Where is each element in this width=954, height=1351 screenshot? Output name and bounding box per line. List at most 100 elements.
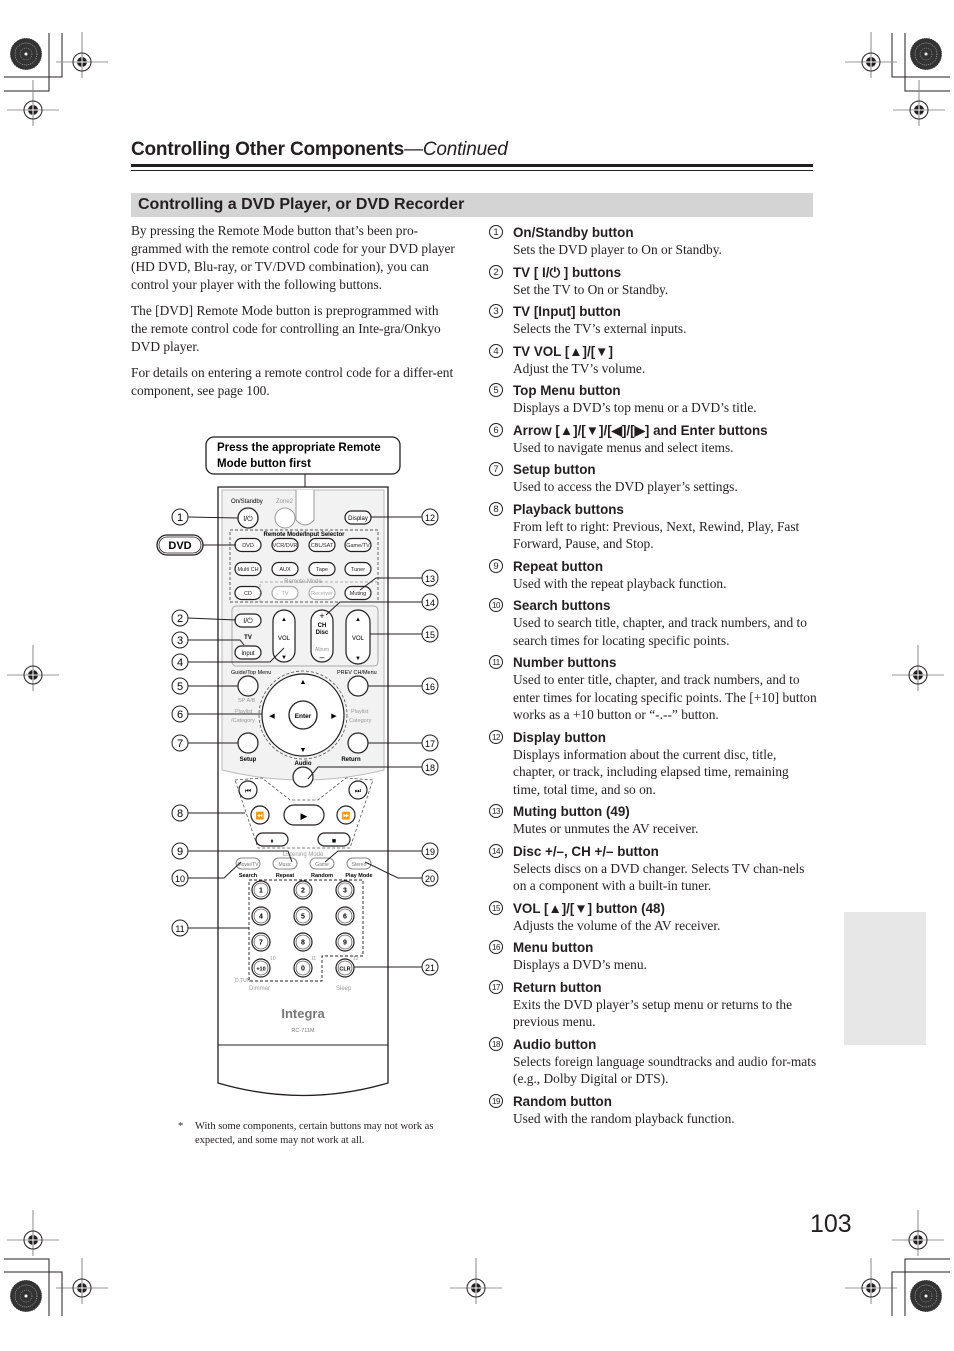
list-item: 10 Search buttons Used to search title, ch… (489, 597, 819, 649)
small-num-11: 11 (311, 956, 316, 962)
list-item: 13 Muting button (49) Mutes or unmutes the… (489, 803, 819, 838)
side-tab (844, 912, 926, 1045)
callout-number: 20 (425, 874, 435, 884)
item-title: TV [Input] button (513, 304, 621, 319)
repeat-label: Repeat (276, 873, 295, 879)
number-button-label: 0 (301, 966, 305, 973)
number-button-label: CLR (339, 967, 350, 973)
input-button-label: Receiver (311, 591, 333, 597)
item-title: Playback buttons (513, 501, 624, 517)
zone2-button[interactable] (274, 507, 296, 529)
item-number: 9 (489, 558, 503, 573)
category-label-right: Category (349, 718, 372, 724)
arrow-down-icon[interactable]: ▼ (300, 747, 307, 754)
input-button-label: Game/TV (346, 543, 370, 549)
list-item: 12 Display button Displays information abo… (489, 729, 819, 799)
list-item: 2 TV [ I/⏻ ] buttons Set the TV to On or S… (489, 264, 819, 299)
item-number: 19 (489, 1093, 503, 1108)
item-number: 10 (489, 598, 503, 612)
callout-number: 7 (177, 738, 183, 750)
callout-line-2: Mode button first (217, 458, 311, 470)
setup-button[interactable] (237, 732, 259, 754)
item-description: Used with the repeat playback function. (513, 575, 727, 591)
list-item: 4 TV VOL [▲]/[▼] Adjust the TV’s volume. (489, 343, 819, 378)
list-item: 6 Arrow [▲]/[▼]/[◀]/[▶] and Enter buttons… (489, 422, 819, 457)
item-title: On/Standby button (513, 225, 634, 240)
item-title: Display button (513, 729, 606, 745)
list-item: 16 Menu button Displays a DVD’s menu. (489, 939, 819, 974)
remote-mode-input-selector-label: Remote Mode/Input Selector (263, 532, 345, 538)
item-title: Disc +/–, CH +/– button (513, 843, 659, 859)
return-button[interactable] (347, 732, 369, 754)
fast-forward-icon: ⏩ (342, 811, 351, 820)
guide-top-menu-label: Guide/Top Menu (231, 670, 271, 676)
item-title: Muting button (49) (513, 804, 630, 819)
tv-label: TV (244, 635, 252, 641)
item-number: 16 (489, 940, 503, 954)
d-tun-label: D.TUN (235, 978, 251, 984)
search-label: Search (239, 873, 258, 879)
arrow-right-icon[interactable]: ▶ (331, 713, 337, 720)
number-button-label: 3 (343, 888, 347, 895)
item-description: Selects the TV’s external inputs. (513, 321, 687, 336)
remote-control-illustration: Press the appropriate Remote Mode button… (156, 436, 439, 1097)
intro-paragraph: The [DVD] Remote Mode button is preprogr… (131, 303, 441, 354)
callout-line-1: Press the appropriate Remote (217, 442, 381, 454)
vol-label: VOL (352, 636, 365, 642)
callout-number: 15 (425, 630, 435, 640)
tv-power-glyph: I/⏻ (243, 617, 253, 625)
on-standby-label: On/Standby (231, 499, 263, 505)
intro-text: By pressing the Remote Mode button that’… (131, 222, 457, 408)
callout-number: 12 (425, 513, 435, 523)
item-title: Menu button (513, 940, 594, 955)
callout-number: 1 (177, 512, 183, 524)
footnote-star: * (178, 1121, 184, 1132)
footnote: * With some components, certain buttons … (178, 1120, 438, 1148)
number-button-label: 1 (259, 888, 263, 895)
svg-text:▼: ▼ (355, 656, 361, 662)
input-label: Input (241, 651, 255, 657)
menu-button[interactable] (347, 675, 369, 697)
item-number: 7 (489, 462, 503, 476)
input-button-label: Tape (316, 567, 328, 573)
enter-label: Enter (295, 713, 312, 720)
listening-mode-button-label: Stereo (352, 862, 367, 868)
arrow-up-icon[interactable]: ▲ (300, 679, 307, 686)
list-item: 17 Return button Exits the DVD player’s se… (489, 979, 819, 1031)
svg-text:▼: ▼ (281, 655, 287, 661)
arrow-left-icon[interactable]: ◀ (269, 713, 275, 720)
intro-paragraph: By pressing the Remote Mode button that’… (131, 223, 455, 292)
setup-label: Setup (240, 757, 257, 763)
callout-number: 19 (425, 847, 435, 857)
list-item: 14 Disc +/–, CH +/– button Selects discs o… (489, 843, 819, 895)
play-icon: ▶ (301, 811, 308, 821)
svg-text:▲: ▲ (281, 617, 287, 623)
list-item: 5 Top Menu button Displays a DVD’s top men… (489, 382, 819, 417)
corner-mark-bottom-right (844, 1209, 950, 1316)
item-title: Repeat button (513, 558, 604, 574)
intro-paragraph: For details on entering a remote control… (131, 365, 454, 398)
item-title: Search buttons (513, 598, 611, 613)
list-item: 9 Repeat button Used with the repeat playb… (489, 558, 819, 593)
list-item: 15 VOL [▲]/[▼] button (48) Adjusts the vol… (489, 900, 819, 935)
registration-mark-bottom (449, 1257, 503, 1305)
audio-label: Audio (295, 761, 312, 767)
item-title: Arrow [▲]/[▼]/[◀]/[▶] and Enter buttons (513, 422, 768, 438)
item-description: Selects discs on a DVD changer. Selects … (513, 860, 805, 894)
number-button-label: 7 (259, 940, 263, 947)
callout-number: 8 (177, 808, 183, 820)
number-button-label: 6 (343, 914, 347, 921)
callout-number: 6 (177, 709, 183, 721)
corner-mark-top-left (4, 31, 109, 127)
input-button-label: AUX (279, 567, 291, 573)
input-button-label: Tuner (351, 567, 365, 573)
top-menu-button[interactable] (237, 675, 259, 697)
list-item: 8 Playback buttons From left to right: Pre… (489, 501, 819, 553)
item-number: 8 (489, 501, 503, 516)
prev-ch-menu-label: PREV CH/Menu (337, 670, 377, 676)
svg-text:+: + (319, 611, 324, 621)
list-item: 7 Setup button Used to access the DVD play… (489, 461, 819, 496)
listening-mode-button-label: Music (278, 862, 292, 868)
item-number: 11 (489, 655, 503, 669)
callout-number: 14 (425, 598, 435, 608)
